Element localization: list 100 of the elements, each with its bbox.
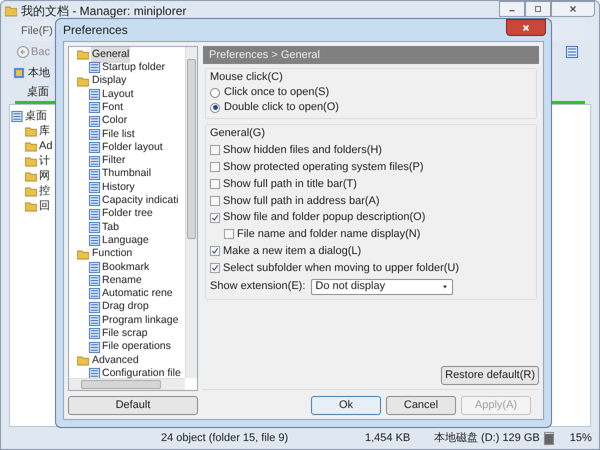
tile-icon [89,182,100,194]
checkbox[interactable] [210,162,220,172]
maximize-icon [533,4,543,14]
tree-item[interactable]: 网 [39,168,50,185]
scroll-thumb[interactable] [81,380,161,389]
tree-item[interactable]: Tab [102,220,119,236]
checkbox-label[interactable]: Show full path in title bar(T) [223,176,357,192]
checkbox[interactable] [210,212,220,223]
checkbox-label[interactable]: File name and folder name display(N) [237,226,420,243]
tile-icon [89,315,100,326]
tile-icon [89,328,100,340]
radio-button[interactable] [210,88,220,98]
checkbox-label[interactable]: Select subfolder when moving to upper folder(U) [223,260,460,276]
tree-item[interactable]: Thumbnail [102,166,152,182]
tile-icon [89,89,100,100]
tile-icon [89,222,100,233]
scroll-thumb[interactable] [187,59,196,239]
tree-item[interactable]: 控 [39,183,50,200]
tile-icon [89,342,100,353]
horizontal-scrollbar[interactable] [69,378,185,390]
tree-item[interactable]: 计 [39,153,50,170]
checkbox[interactable] [210,145,220,156]
tree-item[interactable]: Drag drop [102,299,149,316]
tile-icon [89,275,100,286]
extension-dropdown[interactable]: Do not display [311,278,454,295]
folder-icon [25,171,37,182]
tree-item[interactable]: Advanced [91,352,140,368]
tree-item[interactable]: Filter [102,153,126,169]
tree-item[interactable]: Automatic rene [102,286,173,302]
tree-item[interactable]: Function [91,246,134,262]
tree-item[interactable]: 库 [39,123,50,140]
checkbox-label[interactable]: Show full path in address bar(A) [223,192,380,210]
desktop-icon [11,111,23,122]
folder-icon [25,126,37,137]
tree-item[interactable]: Bookmark [102,260,150,276]
default-button[interactable]: Default [68,396,198,415]
checkbox-label[interactable]: Show protected operating system files(P) [223,158,424,176]
status-text: 1,454 KB [365,430,412,446]
tree-item[interactable]: File scrap [102,326,148,342]
checkbox[interactable] [210,246,220,256]
window-title: 我的文档 - Manager: miniplorer [21,3,186,20]
close-icon [521,22,531,32]
radio-label[interactable]: Double click to open(O) [224,99,339,116]
tree-item[interactable]: 回 [39,198,50,215]
tile-icon [89,128,100,140]
dialog-button[interactable]: Ok [311,396,381,415]
view-button[interactable] [565,46,579,58]
radio-button[interactable] [210,102,220,112]
tile-icon [89,142,100,154]
tree-item[interactable]: Rename [102,272,142,289]
maximize-button[interactable] [525,1,551,17]
tree-item[interactable]: File list [102,126,135,142]
drive-label[interactable]: 本地 [28,64,50,82]
folder-icon [77,354,89,366]
menu-item[interactable]: File(F) [15,22,59,40]
tree-item[interactable]: General [91,46,130,63]
status-text: 15% [570,430,592,446]
folder-icon [25,156,37,167]
tile-icon [89,102,100,114]
tree-item[interactable]: History [102,180,135,196]
checkbox-label[interactable]: Make a new item a dialog(L) [223,242,362,260]
tree-item[interactable]: Configuration file [102,366,181,382]
tree-item[interactable]: Display [91,73,128,90]
checkbox-label[interactable]: Show file and folder popup description(O) [223,209,426,226]
checkbox[interactable] [210,196,220,206]
tree-item[interactable]: Ad [39,138,52,155]
tree-item[interactable]: 桌面 [25,108,47,125]
tree-item[interactable]: Startup folder [102,60,166,76]
folder-icon [25,201,37,212]
tree-item[interactable]: Font [102,100,124,116]
tree-item[interactable]: Language [102,232,149,249]
group-label: General(G) [210,126,266,142]
vertical-scrollbar[interactable] [185,47,197,378]
dialog-button[interactable]: Cancel [386,396,456,415]
radio-label[interactable]: Click once to open(S) [224,84,330,101]
tile-icon [89,62,100,74]
checkbox[interactable] [224,229,234,240]
computer-icon [13,67,25,79]
tree-item[interactable]: Folder tree [102,206,153,222]
dialog-title: Preferences [63,22,128,39]
check-icon [211,214,219,222]
checkbox[interactable] [210,262,220,273]
tree-item[interactable]: Capacity indicati [102,193,178,209]
tree-item[interactable]: Folder layout [102,140,163,156]
grid-icon [565,46,579,58]
tile-icon [89,262,100,273]
tree-item[interactable]: Layout [102,86,134,102]
section-header: Preferences > General [203,46,539,64]
tree-item[interactable]: File operations [102,339,171,356]
close-button[interactable] [506,19,546,36]
tile-icon [89,195,100,206]
tile-icon [89,302,100,313]
checkbox-label[interactable]: Show hidden files and folders(H) [223,142,382,159]
tree-item[interactable]: Color [102,113,128,130]
tree-item[interactable]: Program linkage [102,312,178,328]
tile-icon [89,168,100,180]
restore-default-button[interactable]: Restore default(R) [441,366,539,385]
checkbox[interactable] [210,178,220,189]
folder-icon [5,5,17,17]
folder-icon [77,49,89,60]
